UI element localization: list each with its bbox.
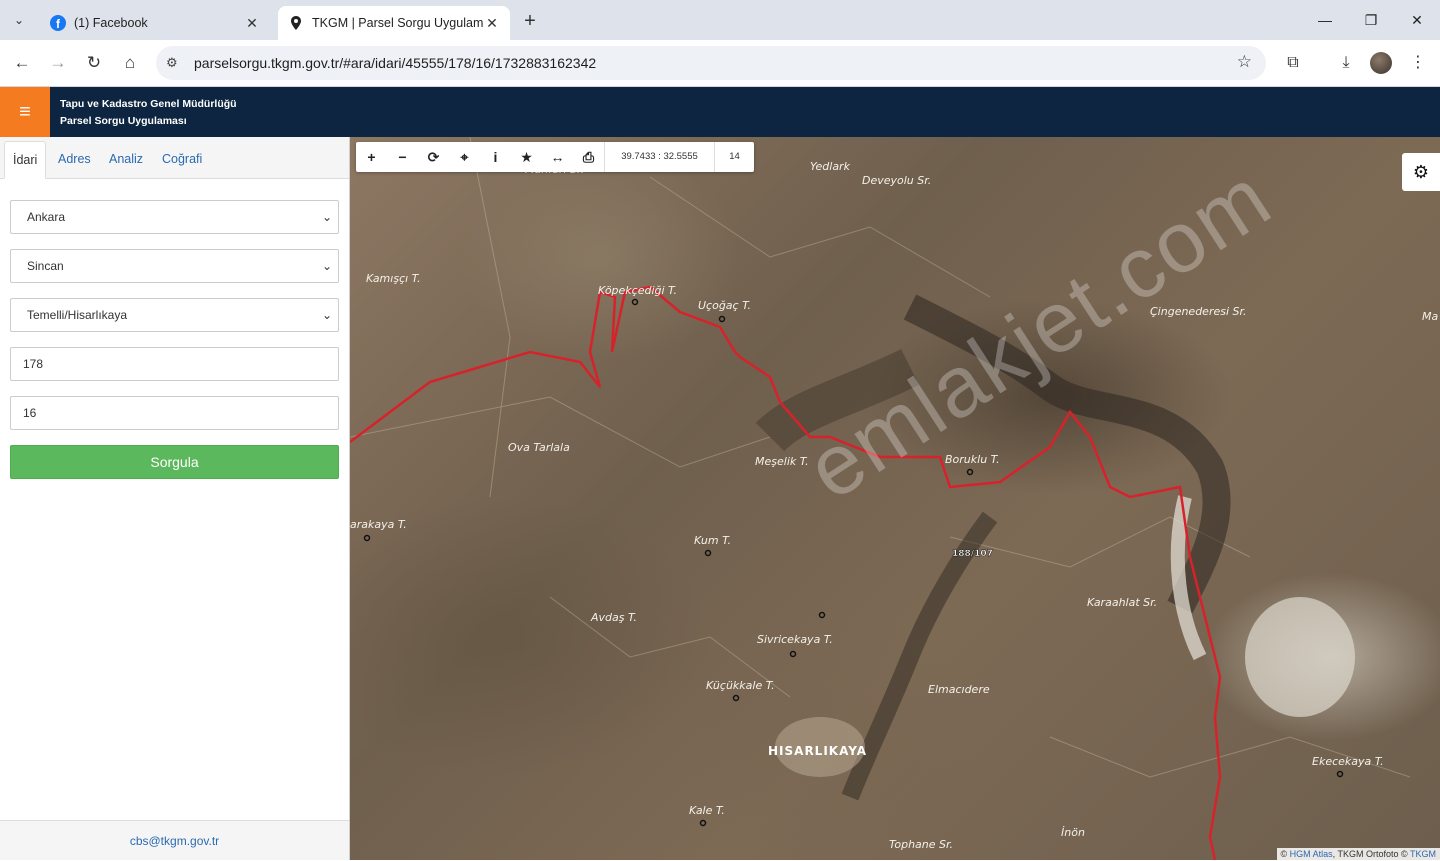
parcel-value: 16: [23, 406, 37, 420]
place-label: İnön: [1061, 826, 1085, 839]
block-value: 178: [23, 357, 44, 371]
parcel-number-label: 188/107: [952, 549, 993, 559]
bookmark-star-icon[interactable]: ☆: [1237, 52, 1252, 72]
tab-cografi[interactable]: Coğrafi: [154, 141, 210, 179]
map-overlay: Yedlark Deveyolu Sr. Kamışçı T. Köpekçed…: [350, 137, 1438, 860]
refresh-icon[interactable]: ⟳: [418, 142, 449, 172]
attribution-middle: , TKGM Ortofoto ©: [1332, 849, 1410, 859]
tab-adres[interactable]: Adres: [50, 141, 99, 179]
place-label: Yedlark: [810, 160, 851, 173]
tab-title: (1) Facebook: [74, 16, 148, 30]
info-icon[interactable]: i: [480, 142, 511, 172]
satellite-map[interactable]: Yedlark Deveyolu Sr. Kamışçı T. Köpekçed…: [350, 137, 1440, 860]
place-label: Karaahlat Sr.: [1087, 596, 1157, 609]
place-label: Avdaş T.: [590, 611, 637, 624]
print-icon[interactable]: ⎙: [573, 142, 604, 172]
sidebar-tabs: İdari Adres Analiz Coğrafi: [0, 137, 349, 179]
app-title-line1: Tapu ve Kadastro Genel Müdürlüğü: [60, 98, 237, 110]
app-header: ≡ Tapu ve Kadastro Genel Müdürlüğü Parse…: [0, 87, 1440, 137]
block-input[interactable]: 178: [10, 347, 339, 381]
place-label: Kum T.: [694, 534, 731, 547]
chevron-down-icon: ⌄: [321, 210, 332, 224]
tab-idari[interactable]: İdari: [4, 141, 47, 179]
village-label: HISARLIKAYA: [768, 744, 867, 758]
browser-toolbar: ← → ↻ ⌂ ⚙ parselsorgu.tkgm.gov.tr/#ara/i…: [0, 40, 1440, 87]
footer-email-link[interactable]: cbs@tkgm.gov.tr: [0, 820, 349, 860]
place-label: Tophane Sr.: [889, 838, 953, 851]
query-sidebar: İdari Adres Analiz Coğrafi Ankara ⌄ Sinc…: [0, 137, 350, 860]
facebook-icon: f: [50, 15, 66, 31]
extensions-icon[interactable]: ⧉: [1279, 50, 1307, 76]
place-label: arakaya T.: [350, 518, 407, 531]
sorgula-button[interactable]: Sorgula: [10, 445, 339, 479]
zoom-out-icon[interactable]: −: [387, 142, 418, 172]
locate-crosshair-icon[interactable]: ⌖: [449, 142, 480, 172]
menu-dots-icon[interactable]: ⋮: [1404, 50, 1432, 76]
browser-tabstrip: ⌄ f (1) Facebook ✕ TKGM | Parsel Sorgu U…: [0, 0, 1440, 40]
address-bar[interactable]: ⚙ parselsorgu.tkgm.gov.tr/#ara/idari/455…: [156, 46, 1266, 80]
neighborhood-select[interactable]: Temelli/Hisarlıkaya ⌄: [10, 298, 339, 332]
profile-avatar[interactable]: [1370, 52, 1392, 74]
district-select[interactable]: Sincan ⌄: [10, 249, 339, 283]
coordinate-readout: 39.7433 : 32.5555: [604, 142, 714, 172]
hamburger-menu-icon[interactable]: ≡: [0, 87, 50, 137]
place-label: Uçoğaç T.: [698, 299, 751, 312]
tkgm-link[interactable]: TKGM: [1410, 849, 1436, 859]
settings-gear-icon[interactable]: ⚙: [1402, 153, 1440, 191]
home-button[interactable]: ⌂: [116, 50, 144, 76]
province-value: Ankara: [27, 210, 66, 224]
downloads-icon[interactable]: ⤓: [1332, 50, 1360, 76]
app-title: Tapu ve Kadastro Genel Müdürlüğü Parsel …: [60, 96, 237, 130]
place-label: Ma: [1422, 310, 1438, 323]
neighborhood-value: Temelli/Hisarlıkaya: [27, 308, 128, 322]
zoom-level-readout: 14: [714, 142, 754, 172]
place-label: Meşelik T.: [755, 455, 809, 468]
tab-facebook[interactable]: f (1) Facebook ✕: [40, 6, 270, 40]
star-icon[interactable]: ★: [511, 142, 542, 172]
map-attribution: © HGM Atlas, TKGM Ortofoto © TKGM: [1276, 848, 1440, 860]
chevron-down-icon: ⌄: [321, 259, 332, 273]
site-info-icon[interactable]: ⚙: [166, 55, 186, 71]
close-icon[interactable]: ✕: [244, 15, 260, 32]
close-window-button[interactable]: ✕: [1402, 8, 1432, 32]
district-value: Sincan: [27, 259, 64, 273]
place-label: Sivricekaya T.: [757, 633, 833, 646]
zoom-in-icon[interactable]: +: [356, 142, 387, 172]
place-label: Ova Tarlala: [508, 441, 570, 454]
place-label: Deveyolu Sr.: [862, 174, 931, 187]
map-toolbar: + − ⟳ ⌖ i ★ ↔ ⎙ 39.7433 : 32.5555 14: [356, 142, 754, 172]
measure-icon[interactable]: ↔: [542, 142, 573, 172]
tab-title: TKGM | Parsel Sorgu Uygulaması: [312, 16, 484, 30]
parcel-input[interactable]: 16: [10, 396, 339, 430]
new-tab-button[interactable]: +: [518, 10, 542, 34]
place-label: Boruklu T.: [945, 453, 1000, 466]
attribution-prefix: ©: [1280, 849, 1290, 859]
back-button[interactable]: ←: [8, 50, 36, 76]
reload-button[interactable]: ↻: [80, 50, 108, 76]
minimize-button[interactable]: —: [1310, 8, 1340, 32]
app-title-line2: Parsel Sorgu Uygulaması: [60, 115, 187, 127]
place-label: Küçükkale T.: [706, 679, 775, 692]
tab-search-button[interactable]: ⌄: [6, 8, 32, 32]
place-label: Köpekçediği T.: [598, 284, 677, 297]
province-select[interactable]: Ankara ⌄: [10, 200, 339, 234]
hgm-atlas-link[interactable]: HGM Atlas: [1290, 849, 1333, 859]
maximize-button[interactable]: ❐: [1356, 8, 1386, 32]
place-label: Kamışçı T.: [366, 272, 421, 285]
close-icon[interactable]: ✕: [484, 15, 500, 32]
place-label: Ekecekaya T.: [1312, 755, 1384, 768]
tab-analiz[interactable]: Analiz: [101, 141, 151, 179]
place-label: Kale T.: [689, 804, 725, 817]
chevron-down-icon: ⌄: [321, 308, 332, 322]
tab-tkgm[interactable]: TKGM | Parsel Sorgu Uygulaması ✕: [278, 6, 510, 40]
location-pin-icon: [288, 15, 304, 31]
url-text: parselsorgu.tkgm.gov.tr/#ara/idari/45555…: [194, 55, 597, 71]
forward-button[interactable]: →: [44, 50, 72, 76]
place-label: Elmacıdere: [928, 683, 990, 696]
